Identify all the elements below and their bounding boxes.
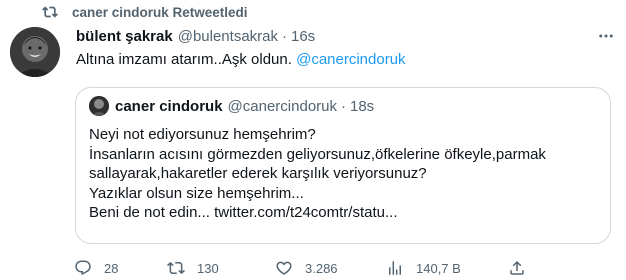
quote-avatar	[89, 96, 109, 116]
quote-time: 18s	[350, 97, 375, 115]
views-button[interactable]: 140,7 B	[386, 257, 461, 279]
quote-line: Yazıklar olsun size hemşehrim...	[89, 184, 304, 202]
avatar-photo	[10, 27, 60, 77]
share-icon	[510, 260, 524, 275]
author-handle[interactable]: @bulentsakrak	[178, 28, 278, 45]
retweet-icon	[167, 261, 185, 275]
retweet-context[interactable]: caner cindoruk Retweetledi	[42, 2, 248, 22]
tweet-time[interactable]: 16s	[291, 28, 315, 45]
quote-line: İnsanların acısını görmezden geliyorsunu…	[89, 145, 546, 163]
quote-header: caner cindoruk @canercindoruk · 18s	[89, 96, 374, 116]
tweet-header: bülent şakrak @bulentsakrak · 16s	[76, 26, 616, 46]
separator: ·	[282, 27, 287, 45]
action-bar: 28 130 3.286 140,7 B	[74, 257, 614, 279]
more-icon	[599, 34, 613, 38]
reply-button[interactable]: 28	[74, 257, 118, 279]
separator: ·	[341, 97, 346, 115]
views-icon	[389, 261, 401, 275]
like-button[interactable]: 3.286	[275, 257, 338, 279]
retweet-context-text: caner cindoruk Retweetledi	[72, 4, 248, 20]
quote-author-handle: @canercindoruk	[227, 97, 337, 115]
reply-icon	[75, 260, 91, 276]
retweet-icon	[42, 6, 58, 18]
share-button[interactable]	[508, 257, 526, 279]
author-name[interactable]: bülent şakrak	[76, 28, 173, 45]
author-avatar[interactable]	[10, 27, 60, 77]
views-count: 140,7 B	[416, 260, 461, 276]
quote-line: Beni de not edin... twitter.com/t24comtr…	[89, 204, 398, 222]
mention-link[interactable]: @canercindoruk	[296, 51, 405, 68]
tweet-body: Altına imzamı atarım..Aşk oldun.	[76, 51, 292, 68]
quote-text: Neyi not ediyorsunuz hemşehrim? İnsanlar…	[89, 125, 546, 223]
heart-icon	[276, 261, 292, 275]
quote-line: sallayarak,hakaretler ederek karşılık ve…	[89, 165, 427, 183]
reply-count: 28	[104, 260, 119, 276]
quoted-tweet[interactable]: caner cindoruk @canercindoruk · 18s Neyi…	[75, 87, 611, 244]
more-button[interactable]	[596, 27, 616, 45]
retweet-button[interactable]: 130	[167, 257, 219, 279]
quote-avatar-photo	[89, 96, 109, 116]
quote-line: Neyi not ediyorsunuz hemşehrim?	[89, 126, 316, 143]
retweet-count: 130	[197, 260, 219, 276]
quote-author-name: caner cindoruk	[115, 97, 223, 115]
like-count: 3.286	[305, 260, 338, 276]
tweet-text: Altına imzamı atarım..Aşk oldun. @canerc…	[76, 50, 406, 70]
